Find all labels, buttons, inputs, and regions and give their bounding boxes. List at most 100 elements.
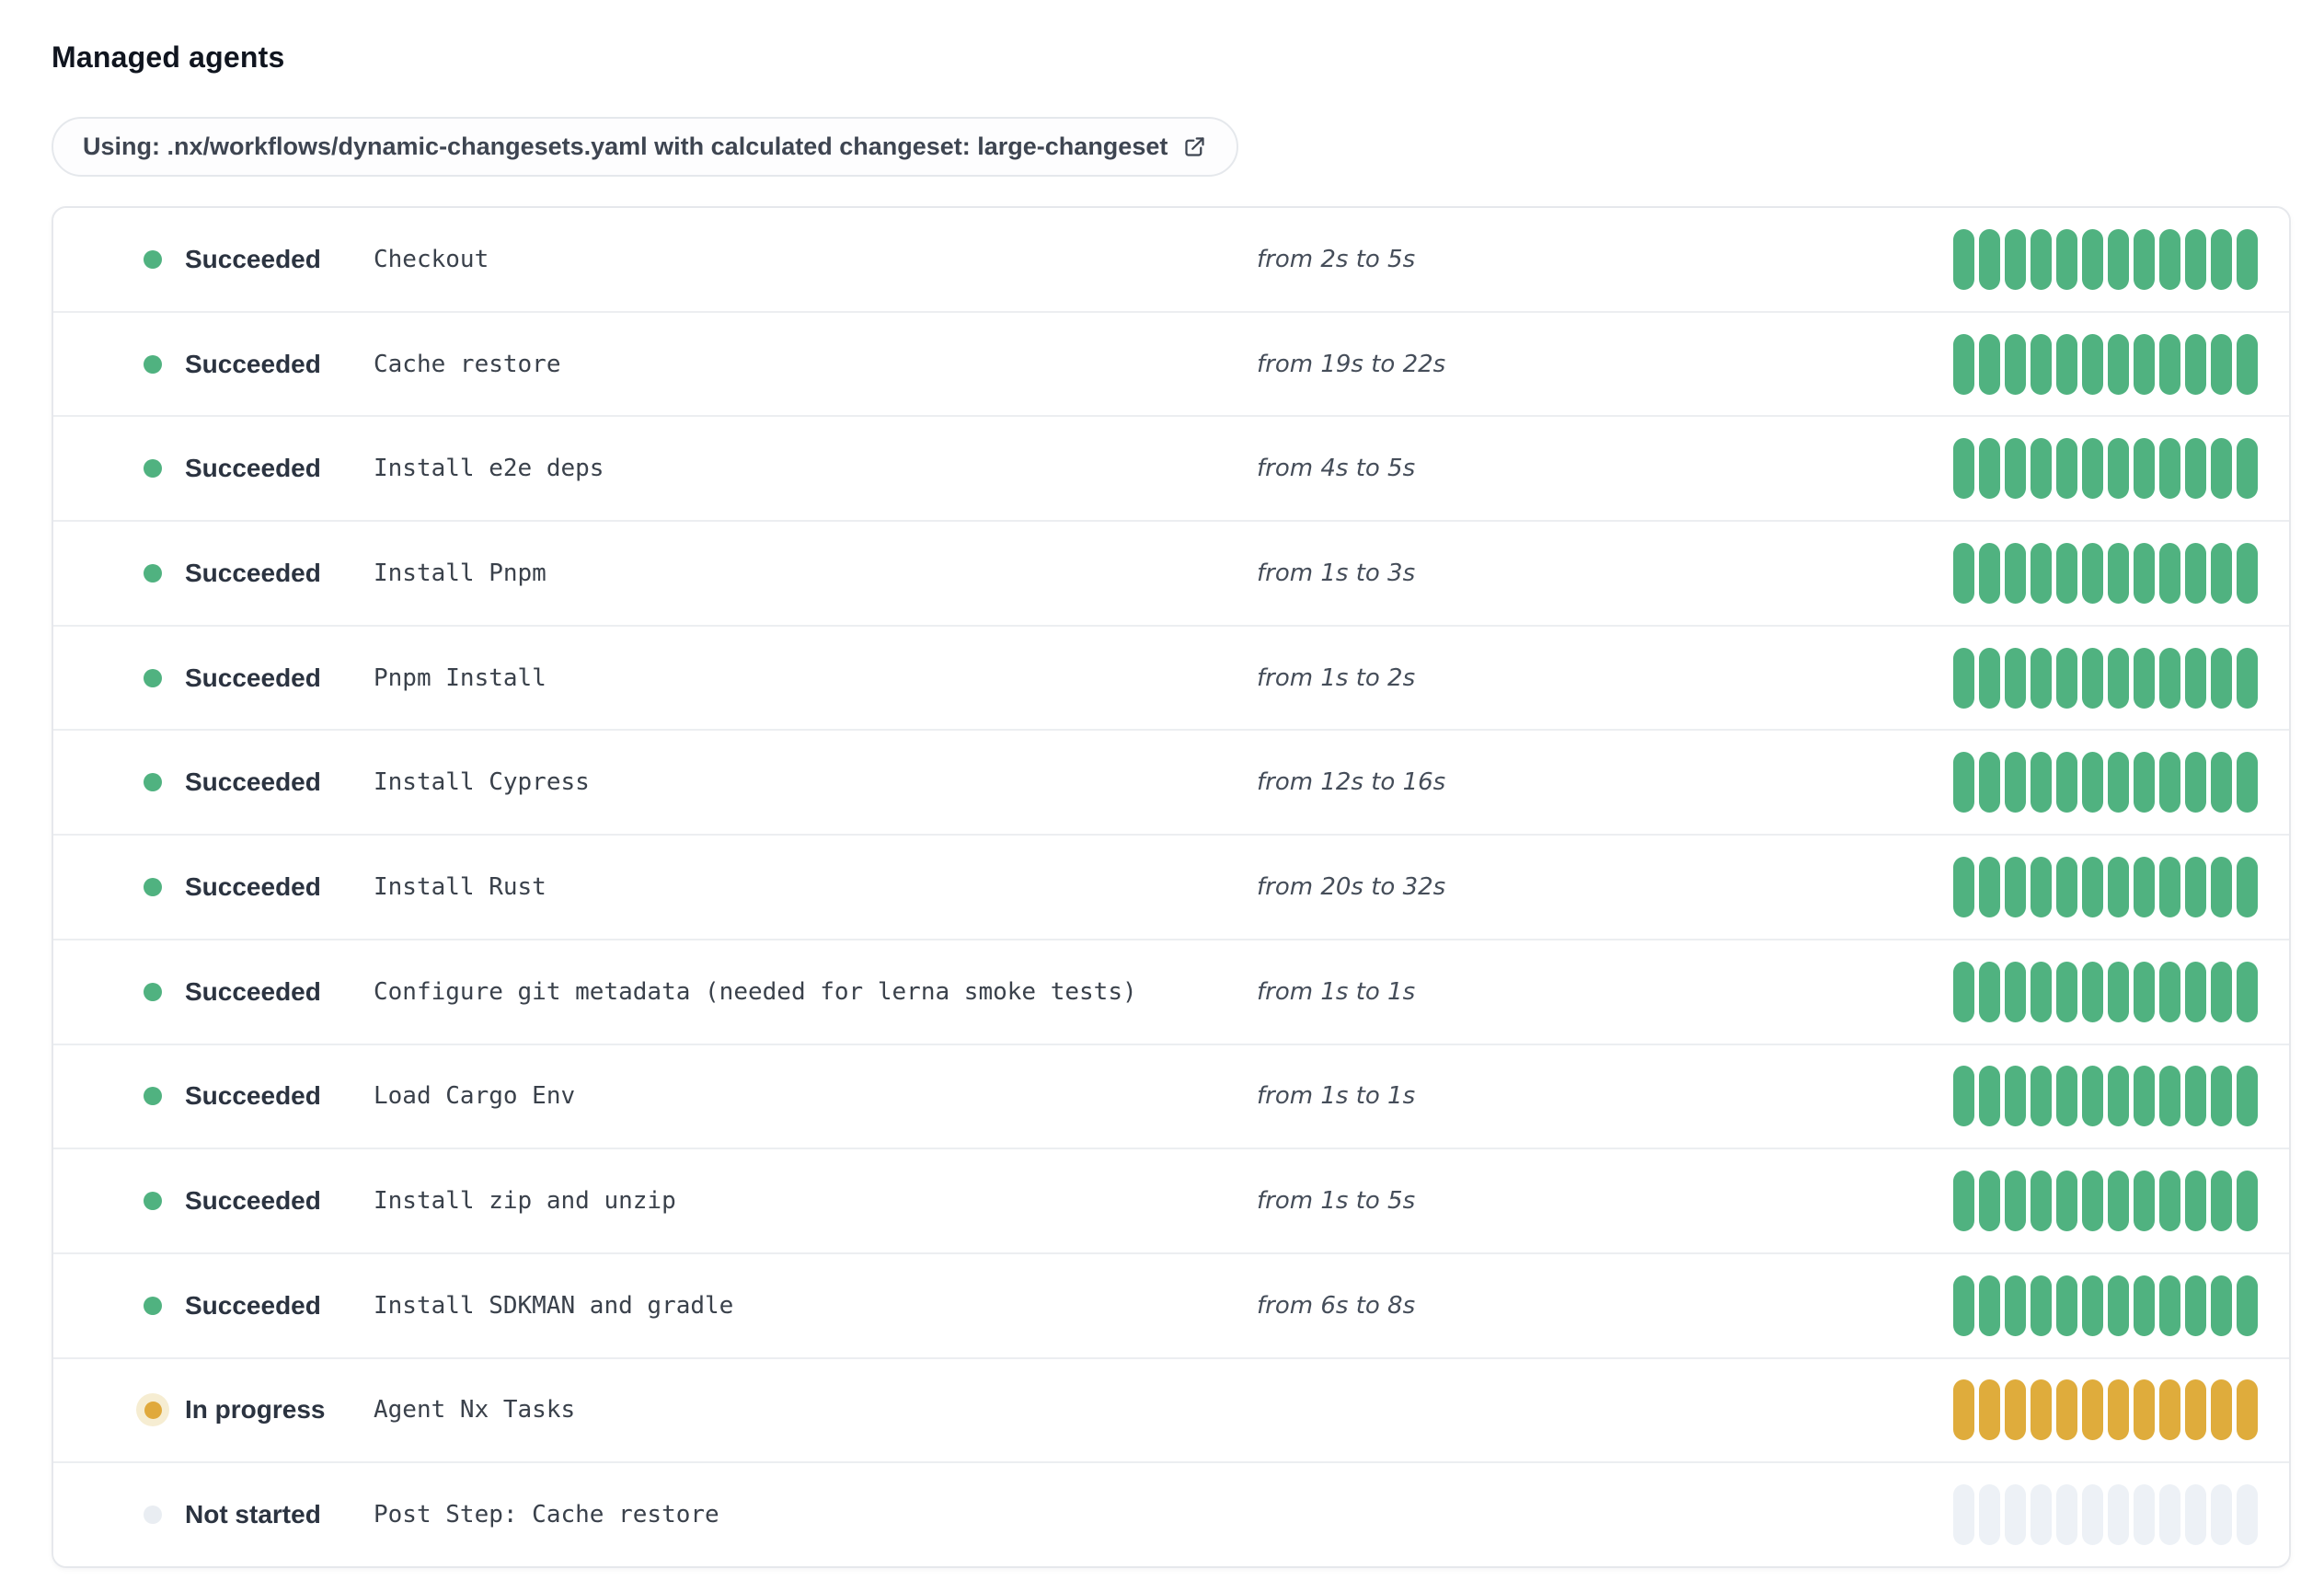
status-dot — [136, 452, 169, 485]
step-row[interactable]: Succeeded Install Pnpm from 1s to 3s — [53, 520, 2289, 625]
status-label: Succeeded — [185, 1290, 321, 1320]
status-dot — [136, 1289, 169, 1322]
progress-segment — [2185, 333, 2206, 395]
progress-segment — [2237, 438, 2258, 500]
external-link-icon[interactable] — [1182, 134, 1207, 159]
progress-segment — [2082, 1171, 2103, 1232]
step-row[interactable]: Succeeded Install e2e deps from 4s to 5s — [53, 415, 2289, 521]
step-row[interactable]: Succeeded Install Rust from 20s to 32s — [53, 834, 2289, 939]
step-duration: from 1s to 2s — [1257, 663, 1416, 692]
step-name: Install e2e deps — [374, 455, 604, 483]
progress-segment — [1979, 752, 2000, 813]
step-duration: from 6s to 8s — [1257, 1291, 1416, 1320]
workflow-banner-label: Using: .nx/workflows/dynamic-changesets.… — [83, 133, 1168, 160]
progress-segment — [2134, 1275, 2155, 1336]
progress-segment — [2185, 752, 2206, 813]
managed-agents-page: Managed agents Using: .nx/workflows/dyna… — [0, 0, 2324, 1592]
progress-segment — [2211, 333, 2232, 395]
progress-segment — [2159, 1275, 2180, 1336]
step-row[interactable]: Succeeded Configure git metadata (needed… — [53, 938, 2289, 1044]
step-row[interactable]: Succeeded Install SDKMAN and gradle from… — [53, 1252, 2289, 1357]
step-name: Checkout — [374, 245, 489, 273]
step-row[interactable]: Not started Post Step: Cache restore — [53, 1461, 2289, 1566]
progress-segment — [2005, 228, 2026, 290]
step-row[interactable]: Succeeded Load Cargo Env from 1s to 1s — [53, 1043, 2289, 1148]
progress-segment — [1979, 647, 2000, 709]
progress-segment — [1953, 961, 1974, 1022]
progress-segment — [2108, 1171, 2129, 1232]
step-row[interactable]: Succeeded Pnpm Install from 1s to 2s — [53, 624, 2289, 730]
progress-segment — [2237, 542, 2258, 604]
step-duration: from 19s to 22s — [1257, 350, 1446, 378]
progress-segment — [2108, 1275, 2129, 1336]
progress-segment — [2108, 542, 2129, 604]
progress-segment — [1953, 856, 1974, 917]
progress-segment — [1979, 438, 2000, 500]
status-label: Succeeded — [185, 976, 321, 1006]
progress-segment — [2211, 1379, 2232, 1441]
progress-segment — [2159, 333, 2180, 395]
agents-list: Succeeded Checkout from 2s to 5s Succeed… — [52, 206, 2291, 1568]
progress-bar — [1953, 333, 2258, 395]
progress-segment — [2237, 333, 2258, 395]
step-row[interactable]: Succeeded Checkout from 2s to 5s — [53, 208, 2289, 311]
step-row[interactable]: Succeeded Cache restore from 19s to 22s — [53, 310, 2289, 416]
progress-segment — [2108, 961, 2129, 1022]
progress-segment — [2082, 856, 2103, 917]
progress-segment — [2237, 1379, 2258, 1441]
progress-segment — [1953, 1066, 1974, 1127]
step-duration: from 20s to 32s — [1257, 872, 1446, 901]
progress-segment — [1979, 1066, 2000, 1127]
status-label: Succeeded — [185, 349, 321, 378]
progress-segment — [2134, 856, 2155, 917]
progress-segment — [2005, 752, 2026, 813]
progress-segment — [2159, 438, 2180, 500]
progress-segment — [2082, 647, 2103, 709]
progress-segment — [2211, 856, 2232, 917]
status-dot — [136, 1393, 169, 1427]
progress-segment — [2005, 961, 2026, 1022]
step-row[interactable]: In progress Agent Nx Tasks — [53, 1356, 2289, 1462]
progress-bar — [1953, 752, 2258, 813]
progress-segment — [2211, 228, 2232, 290]
progress-segment — [2159, 1484, 2180, 1546]
status-dot — [136, 1184, 169, 1217]
progress-segment — [2108, 333, 2129, 395]
progress-segment — [2185, 542, 2206, 604]
progress-segment — [2005, 1484, 2026, 1546]
step-name: Install Cypress — [374, 768, 590, 797]
progress-segment — [2005, 438, 2026, 500]
progress-segment — [2082, 961, 2103, 1022]
step-row[interactable]: Succeeded Install zip and unzip from 1s … — [53, 1148, 2289, 1252]
progress-segment — [2031, 1171, 2052, 1232]
progress-segment — [1953, 1484, 1974, 1546]
progress-segment — [2159, 647, 2180, 709]
progress-segment — [1979, 856, 2000, 917]
progress-segment — [2237, 752, 2258, 813]
progress-segment — [2134, 961, 2155, 1022]
progress-segment — [2185, 1066, 2206, 1127]
status-dot — [136, 557, 169, 590]
progress-segment — [2159, 752, 2180, 813]
progress-segment — [1953, 1171, 1974, 1232]
step-duration: from 2s to 5s — [1257, 245, 1416, 273]
progress-segment — [2082, 1066, 2103, 1127]
workflow-banner[interactable]: Using: .nx/workflows/dynamic-changesets.… — [52, 117, 1239, 177]
progress-segment — [2056, 333, 2077, 395]
progress-segment — [2082, 1484, 2103, 1546]
progress-segment — [2031, 647, 2052, 709]
progress-segment — [1979, 1379, 2000, 1441]
progress-segment — [2185, 228, 2206, 290]
progress-segment — [2159, 542, 2180, 604]
step-duration: from 1s to 3s — [1257, 559, 1416, 587]
progress-segment — [2056, 228, 2077, 290]
progress-segment — [2056, 542, 2077, 604]
step-row[interactable]: Succeeded Install Cypress from 12s to 16… — [53, 729, 2289, 835]
status-label: Succeeded — [185, 558, 321, 587]
progress-segment — [1953, 752, 1974, 813]
progress-segment — [2159, 1066, 2180, 1127]
progress-segment — [2031, 1379, 2052, 1441]
progress-segment — [2211, 1484, 2232, 1546]
progress-segment — [1979, 1171, 2000, 1232]
status-label: Succeeded — [185, 244, 321, 273]
